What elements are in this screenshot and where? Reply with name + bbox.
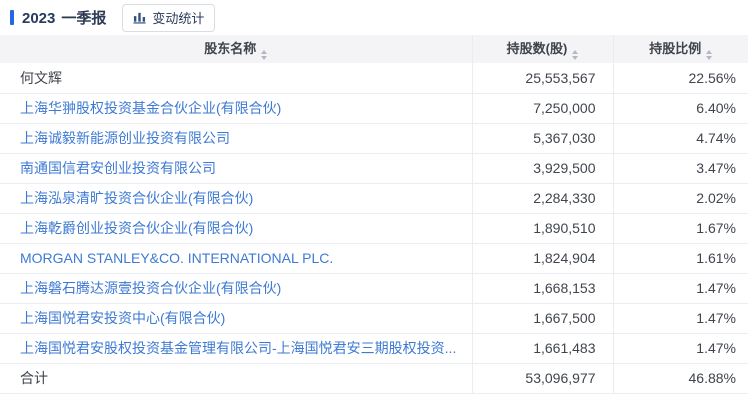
shareholder-name-cell: 上海国悦君安投资中心(有限合伙) bbox=[0, 303, 472, 333]
report-header: 2023 一季报 变动统计 bbox=[0, 0, 748, 35]
shareholder-link[interactable]: 上海国悦君安投资中心(有限合伙) bbox=[20, 310, 225, 326]
sort-arrows-icon[interactable] bbox=[261, 50, 267, 60]
shareholder-name-cell: 上海磐石腾达源壹投资合伙企业(有限合伙) bbox=[0, 273, 472, 303]
shares-held-cell: 53,096,977 bbox=[472, 363, 613, 393]
shares-held-cell: 1,824,904 bbox=[472, 243, 613, 273]
change-statistics-button[interactable]: 变动统计 bbox=[122, 4, 215, 32]
table-header-row: 股东名称 持股数(股) 持股比例 bbox=[0, 35, 748, 63]
table-row: 南通国信君安创业投资有限公司 3,929,5003.47% bbox=[0, 153, 748, 183]
shareholding-ratio-cell: 22.56% bbox=[613, 63, 748, 93]
shareholder-name-cell: 上海国悦君安股权投资基金管理有限公司-上海国悦君安三期股权投资... bbox=[0, 333, 472, 363]
table-row: 上海磐石腾达源壹投资合伙企业(有限合伙) 1,668,1531.47% bbox=[0, 273, 748, 303]
shareholder-link[interactable]: 上海国悦君安股权投资基金管理有限公司-上海国悦君安三期股权投资... bbox=[20, 340, 456, 356]
shareholder-name: 何文辉 bbox=[20, 70, 62, 86]
shareholder-table: 股东名称持股数(股)持股比例 何文辉25,553,56722.56%上海华翀股权… bbox=[0, 35, 748, 394]
column-header-shareholder-name[interactable]: 股东名称 bbox=[0, 35, 472, 63]
report-period-label: 一季报 bbox=[61, 7, 106, 28]
table-row: 上海乾爵创业投资合伙企业(有限合伙) 1,890,5101.67% bbox=[0, 213, 748, 243]
table-row: MORGAN STANLEY&CO. INTERNATIONAL PLC. 1,8… bbox=[0, 243, 748, 273]
total-row: 合计 53,096,97746.88% bbox=[0, 363, 748, 393]
page-title: 2023 一季报 bbox=[22, 7, 106, 28]
shares-held-cell: 3,929,500 bbox=[472, 153, 613, 183]
shares-held-cell: 25,553,567 bbox=[472, 63, 613, 93]
shareholder-link[interactable]: MORGAN STANLEY&CO. INTERNATIONAL PLC. bbox=[20, 250, 333, 266]
column-header-shareholding-ratio[interactable]: 持股比例 bbox=[613, 35, 748, 63]
shares-held-cell: 1,668,153 bbox=[472, 273, 613, 303]
table-row: 上海泓泉清旷投资合伙企业(有限合伙) 2,284,3302.02% bbox=[0, 183, 748, 213]
sort-arrows-icon[interactable] bbox=[706, 50, 712, 60]
shareholder-link[interactable]: 南通国信君安创业投资有限公司 bbox=[20, 160, 216, 176]
shareholding-ratio-cell: 1.47% bbox=[613, 333, 748, 363]
shareholder-link[interactable]: 上海乾爵创业投资合伙企业(有限合伙) bbox=[20, 220, 253, 236]
shares-held-cell: 7,250,000 bbox=[472, 93, 613, 123]
shareholder-link[interactable]: 上海诚毅新能源创业投资有限公司 bbox=[20, 130, 230, 146]
shareholder-link[interactable]: 上海泓泉清旷投资合伙企业(有限合伙) bbox=[20, 190, 253, 206]
column-header-label: 股东名称 bbox=[204, 41, 256, 56]
table-row: 上海诚毅新能源创业投资有限公司 5,367,0304.74% bbox=[0, 123, 748, 153]
change-statistics-label: 变动统计 bbox=[152, 8, 204, 27]
shareholder-name-cell: 上海华翀股权投资基金合伙企业(有限合伙) bbox=[0, 93, 472, 123]
shareholding-ratio-cell: 1.47% bbox=[613, 303, 748, 333]
shareholding-ratio-cell: 4.74% bbox=[613, 123, 748, 153]
shares-held-cell: 2,284,330 bbox=[472, 183, 613, 213]
shareholder-name-cell: 上海诚毅新能源创业投资有限公司 bbox=[0, 123, 472, 153]
column-header-shares-held[interactable]: 持股数(股) bbox=[472, 35, 613, 63]
shareholding-ratio-cell: 1.67% bbox=[613, 213, 748, 243]
report-year: 2023 bbox=[22, 10, 55, 27]
shares-held-cell: 5,367,030 bbox=[472, 123, 613, 153]
shareholder-name-cell: 合计 bbox=[0, 363, 472, 393]
shareholding-ratio-cell: 6.40% bbox=[613, 93, 748, 123]
column-header-label: 持股数(股) bbox=[507, 41, 568, 56]
shareholding-ratio-cell: 46.88% bbox=[613, 363, 748, 393]
shareholding-ratio-cell: 2.02% bbox=[613, 183, 748, 213]
shareholder-name-cell: 上海乾爵创业投资合伙企业(有限合伙) bbox=[0, 213, 472, 243]
table-row: 上海华翀股权投资基金合伙企业(有限合伙) 7,250,0006.40% bbox=[0, 93, 748, 123]
shareholder-link[interactable]: 上海磐石腾达源壹投资合伙企业(有限合伙) bbox=[20, 280, 281, 296]
shareholder-name-cell: MORGAN STANLEY&CO. INTERNATIONAL PLC. bbox=[0, 243, 472, 273]
total-label: 合计 bbox=[20, 370, 48, 386]
shareholder-name-cell: 上海泓泉清旷投资合伙企业(有限合伙) bbox=[0, 183, 472, 213]
shareholder-link[interactable]: 上海华翀股权投资基金合伙企业(有限合伙) bbox=[20, 100, 281, 116]
shares-held-cell: 1,667,500 bbox=[472, 303, 613, 333]
shares-held-cell: 1,661,483 bbox=[472, 333, 613, 363]
sort-arrows-icon[interactable] bbox=[572, 50, 578, 60]
shares-held-cell: 1,890,510 bbox=[472, 213, 613, 243]
shareholder-name-cell: 南通国信君安创业投资有限公司 bbox=[0, 153, 472, 183]
column-header-label: 持股比例 bbox=[649, 41, 701, 56]
table-row: 上海国悦君安投资中心(有限合伙) 1,667,5001.47% bbox=[0, 303, 748, 333]
accent-bar bbox=[10, 10, 14, 25]
bar-chart-icon bbox=[133, 11, 146, 24]
shareholding-ratio-cell: 1.61% bbox=[613, 243, 748, 273]
shareholding-ratio-cell: 3.47% bbox=[613, 153, 748, 183]
table-row: 何文辉 25,553,56722.56% bbox=[0, 63, 748, 93]
shareholding-ratio-cell: 1.47% bbox=[613, 273, 748, 303]
table-row: 上海国悦君安股权投资基金管理有限公司-上海国悦君安三期股权投资... 1,661,… bbox=[0, 333, 748, 363]
shareholder-name-cell: 何文辉 bbox=[0, 63, 472, 93]
